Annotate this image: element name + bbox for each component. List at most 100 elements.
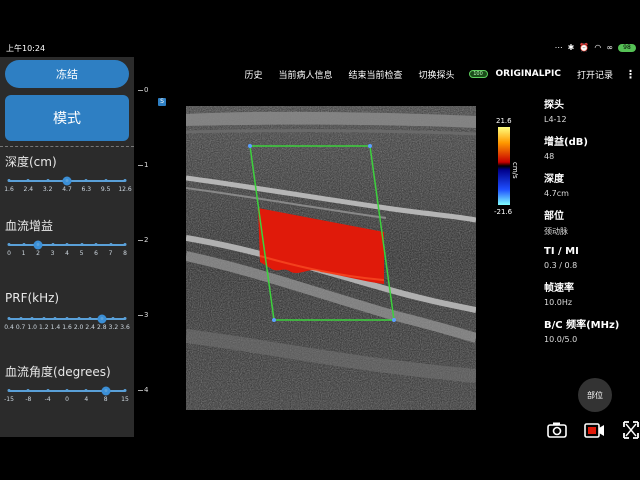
tick-dot: [84, 179, 88, 182]
freeze-button[interactable]: 冻结: [5, 60, 129, 88]
color-velocity-bar: [498, 127, 510, 205]
param-label-1: 血流增益: [5, 219, 54, 233]
tick-label: -4: [44, 396, 51, 403]
link-icon: ∞: [606, 43, 613, 52]
mode-button[interactable]: 模式: [5, 95, 129, 141]
tick-label: 5: [79, 250, 84, 257]
tick-dot: [123, 243, 127, 246]
bc-freq-key: B/C 频率(MHz): [544, 320, 620, 331]
depth-label: 0: [144, 86, 149, 94]
wifi-icon: ◠: [594, 43, 602, 52]
tick-label: 3.6: [120, 324, 130, 331]
probe-key: 探头: [544, 100, 564, 111]
tick-dot: [88, 317, 92, 320]
tick-label: 15: [121, 396, 129, 403]
tick-dot: [7, 243, 11, 246]
tick-dot: [65, 243, 69, 246]
tick-label: 0: [65, 396, 69, 403]
gain-key: 增益(dB): [544, 137, 588, 148]
tick-dot: [109, 243, 112, 246]
tick-dot: [46, 389, 50, 392]
tick-label: 2: [36, 250, 40, 257]
frame-rate-key: 帧速率: [544, 283, 574, 294]
tick-dot: [19, 317, 23, 320]
param-label-3: 血流角度(degrees): [5, 365, 111, 379]
tick-label: 6: [94, 250, 98, 257]
timi-value: 0.3 / 0.8: [544, 261, 578, 270]
tick-label: -15: [4, 396, 14, 403]
probe-value: L4-12: [544, 115, 567, 124]
tick-label: 4: [65, 250, 69, 257]
tick-label: -8: [25, 396, 32, 403]
capture-toolbar: [546, 420, 640, 440]
tick-dot: [111, 317, 115, 320]
tick-label: 2.8: [97, 324, 107, 331]
slider-ticks: [7, 243, 127, 248]
tick-label: 2.4: [23, 186, 34, 193]
tick-label: 12.6: [118, 186, 132, 193]
fullscreen-icon[interactable]: [623, 421, 639, 439]
tick-label: 6.3: [81, 186, 92, 193]
tick-dot: [123, 179, 127, 182]
depth-label: 1: [144, 161, 149, 169]
depth-label: 2: [144, 236, 149, 244]
tick-label: 3.2: [108, 324, 119, 331]
end-exam-button[interactable]: 结束当前检查: [349, 68, 403, 81]
tick-dot: [80, 243, 83, 246]
tick-dot: [51, 243, 54, 246]
tick-label: 1: [21, 250, 26, 257]
camera-icon[interactable]: [547, 422, 567, 438]
history-button[interactable]: 历史: [244, 68, 262, 81]
tick-dot: [36, 243, 40, 246]
color-bar-min: -21.6: [494, 208, 513, 216]
site-button[interactable]: 部位: [578, 378, 612, 412]
gain-value: 48: [544, 152, 555, 161]
tick-label: 4: [84, 396, 89, 403]
depth-label: 4: [144, 386, 149, 394]
patient-info-button[interactable]: 当前病人信息: [278, 68, 332, 81]
roi-handle-bottom-left[interactable]: [272, 318, 276, 322]
roi-handle-top-right[interactable]: [368, 144, 372, 148]
tick-dot: [7, 389, 11, 392]
tick-dot: [26, 179, 30, 182]
status-bar: 上午10:24 ⋯ ✱ ⏰ ◠ ∞ 98: [0, 40, 640, 57]
top-letterbox: [0, 0, 640, 40]
depth-tick: [138, 90, 143, 91]
tick-dot: [104, 179, 108, 182]
slider-ticks: [7, 389, 127, 394]
param-label-0: 深度(cm): [5, 155, 57, 169]
tick-dot: [77, 317, 81, 320]
alarm-icon: ⏰: [579, 43, 590, 52]
slider-tick-labels: 1.6 2.4 3.2 4.7 6.3 9.5 12.6: [4, 186, 132, 194]
depth-tick: [138, 390, 143, 391]
tick-dot: [104, 389, 108, 392]
tick-label: 8: [103, 396, 108, 403]
bottom-letterbox: [0, 440, 640, 480]
tick-label: 8: [123, 250, 127, 257]
depth-label: 3: [144, 311, 149, 319]
roi-handle-bottom-right[interactable]: [392, 318, 396, 322]
tick-label: 0.7: [15, 324, 26, 331]
tick-dot: [46, 179, 50, 182]
record-video-icon[interactable]: [584, 423, 604, 438]
switch-probe-button[interactable]: 切换探头: [419, 68, 455, 81]
depth-tick: [138, 165, 143, 166]
tick-dot: [22, 243, 25, 246]
color-bar-unit: cm/s: [511, 162, 519, 179]
brand-label: ORIGINALPIC: [495, 69, 561, 79]
zoom-badge[interactable]: S: [158, 98, 166, 106]
status-icons: ⋯ ✱ ⏰ ◠ ∞ 98: [555, 43, 636, 52]
tick-dot: [26, 389, 30, 392]
tick-dot: [65, 317, 69, 320]
probe-status-badge: 100: [468, 70, 488, 78]
tick-label: 0.4: [4, 324, 14, 331]
depth-tick: [138, 240, 143, 241]
ultrasound-image[interactable]: [186, 106, 476, 410]
left-control-panel: 冻结 模式 深度(cm) 1.6 2.4 3.2 4.7 6.3 9.5 12.6 血流增益 0 1…: [0, 57, 134, 480]
roi-handle-top-left[interactable]: [248, 144, 252, 148]
depth-scale: 0 1 2 3 4: [138, 86, 158, 420]
overflow-menu-icon[interactable]: ⋮: [625, 68, 636, 81]
tick-label: 7: [108, 250, 113, 257]
open-records-button[interactable]: 打开记录: [577, 68, 613, 81]
depth-key: 深度: [544, 174, 564, 185]
